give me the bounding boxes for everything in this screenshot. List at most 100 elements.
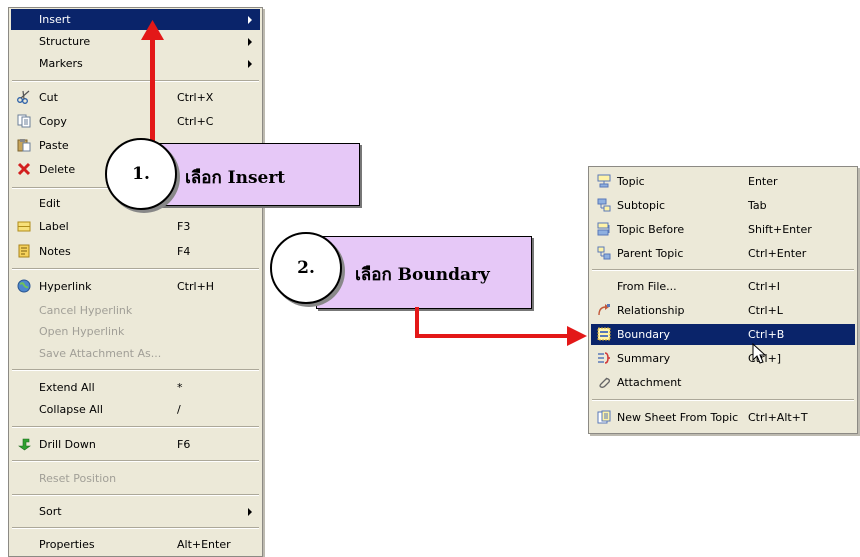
menu-item-extend-all[interactable]: Extend All * bbox=[11, 377, 260, 398]
copy-icon bbox=[17, 114, 31, 128]
menu-item-label: Structure bbox=[39, 35, 91, 48]
menu-item-label: Properties bbox=[39, 538, 95, 551]
menu-item-structure[interactable]: Structure bbox=[11, 31, 260, 52]
menu-item-label: Hyperlink bbox=[39, 280, 92, 293]
arrow-line-1 bbox=[150, 38, 155, 142]
menu-item-label: Save Attachment As... bbox=[39, 347, 162, 360]
menu-item-reset-position[interactable]: Reset Position bbox=[11, 468, 260, 489]
menu-item-label: Label bbox=[39, 220, 69, 233]
submenu-arrow-icon bbox=[248, 60, 252, 68]
menu-item-shortcut: Ctrl+B bbox=[748, 328, 785, 341]
menu-item-shortcut: Shift+Enter bbox=[748, 223, 812, 236]
menu-item-attachment[interactable]: Attachment bbox=[591, 372, 855, 393]
step-number-badge: 2. bbox=[270, 232, 342, 304]
menu-item-shortcut: * bbox=[177, 381, 183, 394]
menu-item-drill-down[interactable]: Drill Down F6 bbox=[11, 434, 260, 455]
menu-item-label: Sort bbox=[39, 505, 62, 518]
insert-submenu: Topic Enter Subtopic Tab Topic Before Sh… bbox=[588, 166, 858, 434]
menu-item-insert[interactable]: Insert bbox=[11, 9, 260, 30]
paste-icon bbox=[17, 138, 31, 152]
menu-separator bbox=[592, 399, 854, 401]
menu-item-shortcut: Alt+Enter bbox=[177, 538, 231, 551]
menu-item-label: Copy bbox=[39, 115, 67, 128]
menu-separator bbox=[12, 494, 259, 496]
menu-item-shortcut: Ctrl+L bbox=[748, 304, 783, 317]
menu-item-label: Cancel Hyperlink bbox=[39, 304, 133, 317]
menu-separator bbox=[12, 460, 259, 462]
menu-item-shortcut: Ctrl+Enter bbox=[748, 247, 807, 260]
menu-item-relationship[interactable]: Relationship Ctrl+L bbox=[591, 300, 855, 321]
menu-item-label: Relationship bbox=[617, 304, 685, 317]
menu-item-label: Notes bbox=[39, 245, 71, 258]
menu-item-from-file[interactable]: From File... Ctrl+I bbox=[591, 276, 855, 297]
menu-item-label: Reset Position bbox=[39, 472, 117, 485]
menu-separator bbox=[12, 426, 259, 428]
arrow-line-2b bbox=[415, 334, 570, 338]
menu-item-shortcut: Ctrl+Alt+T bbox=[748, 411, 808, 424]
menu-separator bbox=[12, 268, 259, 270]
menu-item-properties[interactable]: Properties Alt+Enter bbox=[11, 534, 260, 555]
menu-item-new-sheet-from-topic[interactable]: New Sheet From Topic Ctrl+Alt+T bbox=[591, 407, 855, 428]
menu-item-label: Cut bbox=[39, 91, 58, 104]
menu-item-shortcut: F6 bbox=[177, 438, 191, 451]
menu-item-summary[interactable]: Summary Ctrl+] bbox=[591, 348, 855, 369]
menu-item-shortcut: Ctrl+H bbox=[177, 280, 215, 293]
menu-separator bbox=[12, 80, 259, 82]
menu-item-label: Boundary bbox=[617, 328, 670, 341]
menu-item-markers[interactable]: Markers bbox=[11, 53, 260, 74]
menu-item-topic-before[interactable]: Topic Before Shift+Enter bbox=[591, 219, 855, 240]
menu-item-label: Summary bbox=[617, 352, 671, 365]
menu-item-label: Delete bbox=[39, 163, 76, 176]
menu-item-subtopic[interactable]: Subtopic Tab bbox=[591, 195, 855, 216]
callout-text: เลือก Insert bbox=[185, 168, 286, 188]
menu-item-label-topic[interactable]: Label F3 bbox=[11, 216, 260, 237]
menu-item-shortcut: Ctrl+I bbox=[748, 280, 781, 293]
callout-step-2: เลือก Boundary bbox=[316, 236, 532, 309]
delete-icon bbox=[17, 162, 31, 176]
menu-item-shortcut: Tab bbox=[748, 199, 767, 212]
summary-icon bbox=[597, 351, 611, 365]
menu-item-label: Drill Down bbox=[39, 438, 96, 451]
menu-item-cut[interactable]: Cut Ctrl+X bbox=[11, 87, 260, 108]
drill-down-arrow-icon bbox=[17, 437, 31, 451]
menu-separator bbox=[12, 527, 259, 529]
menu-item-open-hyperlink[interactable]: Open Hyperlink bbox=[11, 321, 260, 342]
menu-item-label: Edit bbox=[39, 197, 61, 210]
menu-item-shortcut: F3 bbox=[177, 220, 191, 233]
menu-item-shortcut: F4 bbox=[177, 245, 191, 258]
menu-item-shortcut: Ctrl+C bbox=[177, 115, 214, 128]
menu-item-notes[interactable]: Notes F4 bbox=[11, 241, 260, 262]
menu-item-cancel-hyperlink[interactable]: Cancel Hyperlink bbox=[11, 300, 260, 321]
menu-item-label: Paste bbox=[39, 139, 69, 152]
menu-item-hyperlink[interactable]: Hyperlink Ctrl+H bbox=[11, 276, 260, 297]
menu-item-label: Attachment bbox=[617, 376, 682, 389]
callout-step-1: เลือก Insert bbox=[148, 143, 360, 206]
menu-item-shortcut: Enter bbox=[748, 175, 778, 188]
subtopic-icon bbox=[597, 198, 611, 212]
arrow-head-up-icon bbox=[141, 20, 164, 40]
menu-item-label: Insert bbox=[39, 13, 71, 26]
submenu-arrow-icon bbox=[248, 38, 252, 46]
submenu-arrow-icon bbox=[248, 16, 252, 24]
menu-item-label: Open Hyperlink bbox=[39, 325, 125, 338]
menu-item-collapse-all[interactable]: Collapse All / bbox=[11, 399, 260, 420]
label-icon bbox=[17, 219, 31, 233]
menu-item-label: Topic bbox=[617, 175, 645, 188]
menu-item-shortcut: / bbox=[177, 403, 181, 416]
globe-icon bbox=[17, 279, 31, 293]
step-number-badge: 1. bbox=[105, 138, 177, 210]
submenu-arrow-icon bbox=[248, 508, 252, 516]
menu-item-topic[interactable]: Topic Enter bbox=[591, 171, 855, 192]
menu-item-sort[interactable]: Sort bbox=[11, 501, 260, 522]
menu-item-label: Extend All bbox=[39, 381, 95, 394]
menu-item-shortcut: Ctrl+X bbox=[177, 91, 214, 104]
callout-text: เลือก Boundary bbox=[355, 265, 490, 285]
mouse-cursor-icon bbox=[752, 343, 768, 365]
notes-icon bbox=[17, 244, 31, 258]
menu-item-save-attachment-as[interactable]: Save Attachment As... bbox=[11, 343, 260, 364]
menu-separator bbox=[12, 369, 259, 371]
menu-item-copy[interactable]: Copy Ctrl+C bbox=[11, 111, 260, 132]
menu-item-boundary[interactable]: Boundary Ctrl+B bbox=[591, 324, 855, 345]
menu-item-parent-topic[interactable]: Parent Topic Ctrl+Enter bbox=[591, 243, 855, 264]
context-menu: Insert Structure Markers Cut Ctrl+X Copy… bbox=[8, 7, 263, 557]
